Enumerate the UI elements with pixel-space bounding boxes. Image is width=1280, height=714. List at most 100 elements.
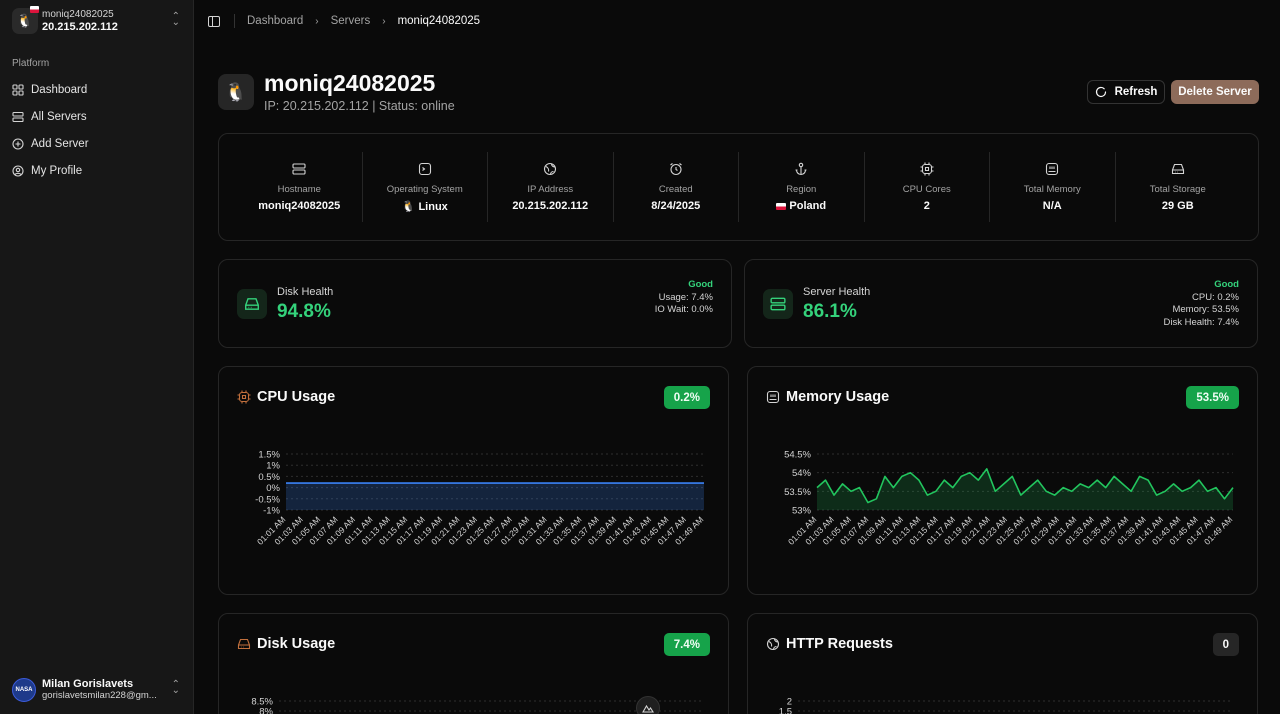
sidebar-item-label: My Profile [31, 164, 83, 177]
chevron-right-icon: › [315, 15, 319, 27]
breadcrumb-dashboard[interactable]: Dashboard [247, 15, 303, 27]
refresh-button-label: Refresh [1114, 86, 1158, 98]
cpu-icon [920, 162, 934, 176]
info-value: 20.215.202.112 [512, 200, 589, 212]
avatar: NASA [12, 678, 36, 702]
server-health-title: Server Health [803, 286, 871, 298]
info-hostname: Hostname moniq24082025 [237, 152, 363, 222]
info-label: Total Memory [1023, 184, 1081, 195]
topbar: Dashboard › Servers › moniq24082025 [194, 0, 1280, 42]
disk-health-line: Disk Health: 7.4% [1163, 316, 1239, 328]
globe-icon [544, 162, 557, 176]
disk-health-details: Good Usage: 7.4% IO Wait: 0.0% [655, 279, 713, 317]
info-label: Created [658, 184, 693, 195]
info-created: Created 8/24/2025 [614, 152, 739, 222]
linux-logo-icon: 🐧 [218, 74, 254, 110]
sidebar: 🐧 moniq24082025 20.215.202.112 ⌃ ⌄ Platfo… [0, 0, 194, 714]
memory-icon [1046, 162, 1059, 176]
http-requests-chart[interactable]: 21.5 [748, 614, 1258, 714]
cpu-line: CPU: 0.2% [1192, 291, 1239, 303]
info-value: 8/24/2025 [651, 200, 701, 212]
server-list-icon [12, 111, 24, 122]
sidebar-item-label: All Servers [31, 110, 87, 123]
sidebar-toggle-icon[interactable] [208, 15, 220, 27]
sidebar-item-add-server[interactable]: Add Server [8, 130, 186, 157]
sidebar-item-all-servers[interactable]: All Servers [8, 103, 186, 130]
sidebar-nav: Dashboard All Servers Add Server My Prof… [8, 76, 186, 184]
server-switcher[interactable]: 🐧 moniq24082025 20.215.202.112 ⌃ ⌄ [8, 4, 186, 38]
disk-health-card: Disk Health 94.8% Good Usage: 7.4% IO Wa… [218, 259, 732, 348]
info-label: Region [786, 184, 817, 195]
server-health-value: 86.1% [803, 301, 857, 322]
user-circle-icon [12, 164, 24, 177]
sidebar-item-my-profile[interactable]: My Profile [8, 157, 186, 184]
grid-icon [12, 83, 24, 96]
hard-drive-icon [237, 289, 267, 319]
memory-usage-chart[interactable]: 54.5%54%53.5%53%01:01 AM01:03 AM01:05 AM… [748, 367, 1258, 595]
user-menu[interactable]: NASA Milan Gorislavets gorislavetsmilan2… [8, 672, 186, 708]
poland-flag-icon [776, 202, 787, 210]
info-value: Poland [776, 200, 826, 212]
server-name: moniq24082025 [42, 9, 114, 20]
region-name: Poland [789, 200, 827, 212]
anchor-icon [795, 162, 807, 176]
y-tick-label: 8% [259, 707, 273, 714]
server-health-card: Server Health 86.1% Good CPU: 0.2% Memor… [744, 259, 1258, 348]
y-tick-label: -1% [263, 506, 280, 517]
disk-usage-line: Usage: 7.4% [658, 291, 713, 303]
y-tick-label: 53.5% [784, 487, 811, 498]
info-total-storage: Total Storage 29 GB [1116, 152, 1241, 222]
y-tick-label: -0.5% [255, 494, 280, 505]
y-tick-label: 1.5 [779, 707, 792, 714]
http-requests-card: HTTP Requests 0 2 1.5 [747, 613, 1258, 714]
breadcrumb: Dashboard › Servers › moniq24082025 [247, 15, 480, 27]
delete-server-button[interactable]: Delete Server [1171, 80, 1259, 104]
mountain-icon [642, 704, 654, 713]
info-os: Operating System 🐧 Linux [363, 152, 488, 222]
info-cpu-cores: CPU Cores 2 [865, 152, 990, 222]
breadcrumb-servers[interactable]: Servers [331, 15, 371, 27]
y-tick-label: 0% [266, 483, 280, 494]
page-header: 🐧 moniq24082025 IP: 20.215.202.112 | Sta… [218, 70, 1259, 118]
cpu-usage-chart[interactable]: 1.5%1%0.5%0%-0.5%-1%01:01 AM01:03 AM01:0… [219, 367, 729, 595]
info-value: N/A [1042, 200, 1062, 212]
info-total-memory: Total Memory N/A [990, 152, 1116, 222]
series-area [286, 483, 704, 510]
divider [234, 14, 235, 28]
page-title: moniq24082025 [264, 70, 436, 96]
info-label: Operating System [386, 184, 463, 195]
refresh-icon [1095, 86, 1106, 98]
y-tick-label: 53% [792, 506, 812, 517]
plus-circle-icon [12, 137, 24, 150]
sidebar-item-label: Add Server [31, 137, 89, 150]
disk-iowait-line: IO Wait: 0.0% [654, 304, 713, 315]
server-icon [292, 163, 306, 175]
y-tick-label: 54% [792, 468, 812, 479]
info-label: Hostname [277, 184, 321, 195]
server-ip: 20.215.202.112 [42, 21, 118, 33]
user-text: Milan Gorislavets gorislavetsmilan228@gm… [42, 678, 157, 702]
chevrons-up-down-icon: ⌃ ⌄ [171, 679, 180, 696]
info-label: IP Address [527, 184, 574, 195]
info-value: moniq24082025 [258, 200, 341, 212]
disk-health-title: Disk Health [277, 286, 334, 298]
chevron-right-icon: › [382, 15, 386, 27]
scroll-down-button[interactable] [636, 696, 660, 714]
chevrons-up-down-icon: ⌃ ⌄ [171, 11, 180, 28]
status-badge: Good [688, 279, 713, 290]
info-label: Total Storage [1149, 184, 1206, 195]
server-info-card: Hostname moniq24082025 Operating System … [218, 133, 1259, 241]
y-tick-label: 1% [266, 461, 280, 472]
refresh-button[interactable]: Refresh [1087, 80, 1165, 104]
status-badge: Good [1214, 279, 1239, 290]
y-tick-label: 1.5% [258, 450, 280, 461]
terminal-icon [418, 162, 431, 176]
server-icon [763, 289, 793, 319]
user-name: Milan Gorislavets [42, 678, 134, 690]
app-root: 🐧 moniq24082025 20.215.202.112 ⌃ ⌄ Platfo… [0, 0, 1280, 714]
breadcrumb-current: moniq24082025 [397, 15, 481, 27]
cpu-usage-card: CPU Usage 0.2% 1.5% 1% 0.5% 0% -0.5% -1% 01:01… [218, 366, 729, 595]
disk-health-value: 94.8% [277, 301, 331, 322]
sidebar-item-dashboard[interactable]: Dashboard [8, 76, 186, 103]
user-email: gorislavetsmilan228@gm... [42, 690, 157, 701]
